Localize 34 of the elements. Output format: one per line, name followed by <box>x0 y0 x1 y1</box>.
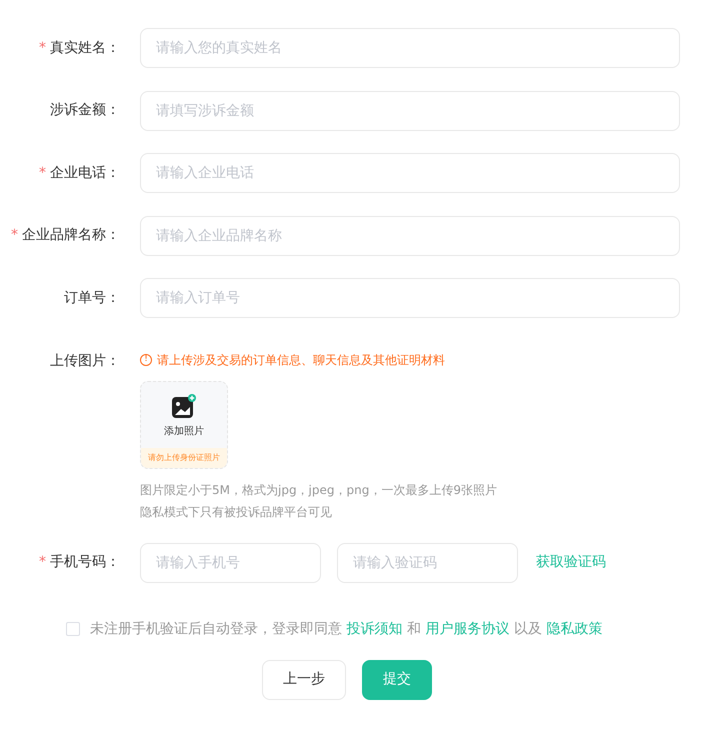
field-label: 订单号： <box>64 288 120 308</box>
policy-link[interactable]: 投诉须知 <box>346 620 402 636</box>
input-field[interactable]: 请填写涉诉金额 <box>140 90 680 130</box>
required-marker: * <box>39 164 46 182</box>
consent-text: 未注册手机验证后自动登录，登录即同意 <box>90 620 343 636</box>
get-code-link[interactable]: 获取验证码 <box>536 552 606 573</box>
policy-link[interactable]: 隐私政策 <box>546 620 602 636</box>
upload-button[interactable]: 添加照片 请勿上传身份证照片 <box>140 380 228 468</box>
consent-text: 和 <box>406 620 422 636</box>
field-label: 涉诉金额： <box>50 101 120 120</box>
input-field[interactable]: 请输入企业品牌名称 <box>140 216 680 256</box>
field-label: 企业电话： <box>50 164 120 182</box>
required-marker: * <box>11 226 18 245</box>
upload-note: 请勿上传身份证照片 <box>141 448 227 468</box>
consent-text: 以及 <box>512 620 543 636</box>
field-label: 手机号码： <box>50 553 120 572</box>
submit-button[interactable]: 提交 <box>362 660 432 700</box>
required-marker: * <box>39 553 46 572</box>
policy-link[interactable]: 用户服务协议 <box>425 620 510 636</box>
input-field[interactable]: 请输入手机号 <box>140 542 321 582</box>
upload-warning: 请上传涉及交易的订单信息、聊天信息及其他证明材料 <box>157 352 445 368</box>
input-field[interactable]: 请输入企业电话 <box>140 153 680 193</box>
input-field[interactable]: 请输入您的真实姓名 <box>140 28 680 68</box>
add-image-icon <box>171 394 197 420</box>
field-label: 上传图片： <box>50 352 120 370</box>
field-label: 企业品牌名称： <box>22 226 120 245</box>
back-button[interactable]: 上一步 <box>262 660 346 700</box>
field-label: 真实姓名： <box>50 38 120 58</box>
input-field[interactable]: 请输入订单号 <box>140 278 680 318</box>
checkbox[interactable] <box>66 622 80 636</box>
hint-text: 图片限定小于5M，格式为jpg，jpeg，png，一次最多上传9张照片 <box>140 482 497 498</box>
input-field[interactable]: 请输入验证码 <box>337 542 518 582</box>
hint-text: 隐私模式下只有被投诉品牌平台可见 <box>140 504 333 520</box>
required-marker: * <box>39 38 46 58</box>
